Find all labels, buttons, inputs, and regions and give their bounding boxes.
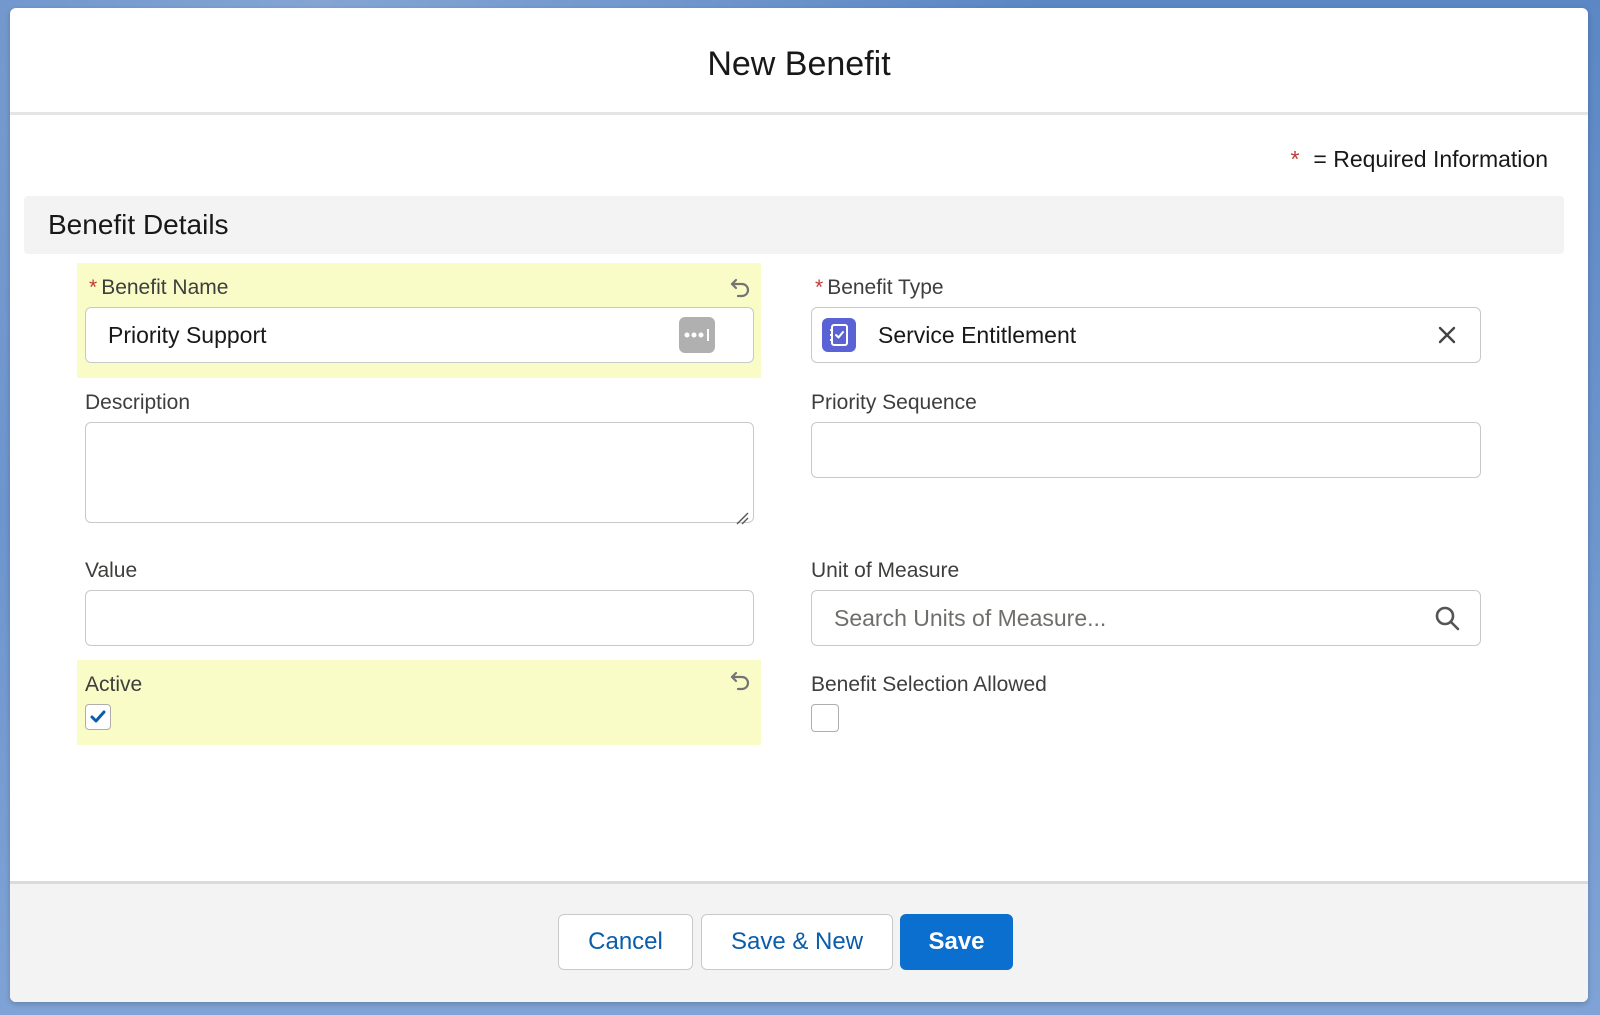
benefit-name-label-text: Benefit Name [101, 276, 229, 299]
undo-icon[interactable] [727, 668, 753, 694]
required-star: * [1290, 146, 1300, 172]
priority-sequence-field: Priority Sequence [811, 378, 1495, 493]
benefit-type-label-text: Benefit Type [827, 276, 944, 299]
active-label: Active [85, 673, 143, 696]
benefit-type-field: * Benefit Type Service Entitlement [811, 263, 1495, 378]
benefit-type-lookup[interactable]: Service Entitlement [811, 307, 1481, 363]
required-marker: * [89, 276, 98, 299]
new-benefit-modal: New Benefit * = Required Information Bene… [10, 8, 1588, 1002]
required-marker: * [815, 276, 824, 299]
benefit-name-input[interactable]: Priority Support [85, 307, 754, 363]
priority-sequence-input[interactable] [811, 422, 1481, 478]
benefit-name-value: Priority Support [108, 321, 267, 348]
unit-of-measure-label: Unit of Measure [811, 559, 960, 582]
benefit-selection-allowed-checkbox[interactable] [811, 704, 839, 732]
unit-of-measure-placeholder: Search Units of Measure... [834, 604, 1107, 631]
value-input[interactable] [85, 590, 754, 646]
benefit-name-label: * Benefit Name [89, 276, 228, 300]
modal-title: New Benefit [707, 44, 891, 83]
value-label: Value [85, 559, 138, 582]
cancel-button[interactable]: Cancel [558, 914, 693, 970]
modal-header: New Benefit [10, 8, 1588, 115]
description-field: Description [77, 378, 761, 528]
unit-of-measure-field: Unit of Measure Search Units of Measure.… [811, 546, 1495, 661]
undo-icon[interactable] [727, 275, 753, 301]
resize-handle-icon[interactable] [735, 504, 749, 525]
close-icon[interactable] [1432, 320, 1462, 350]
password-manager-icon[interactable] [679, 317, 715, 353]
search-icon[interactable] [1432, 603, 1462, 633]
modal-footer: Cancel Save & New Save [10, 881, 1588, 1002]
benefit-selection-allowed-label: Benefit Selection Allowed [811, 673, 1047, 696]
priority-sequence-label: Priority Sequence [811, 391, 977, 414]
active-field: Active [77, 660, 761, 745]
benefit-name-field: * Benefit Name Priority Support [77, 263, 761, 378]
active-checkbox[interactable] [85, 704, 111, 730]
description-textarea[interactable] [85, 422, 754, 525]
save-and-new-button[interactable]: Save & New [701, 914, 893, 970]
save-button[interactable]: Save [900, 914, 1013, 970]
benefit-selection-allowed-field: Benefit Selection Allowed [811, 660, 1495, 745]
value-field: Value [77, 546, 761, 661]
section-header[interactable]: Benefit Details [24, 196, 1564, 254]
benefit-type-label: * Benefit Type [815, 276, 944, 300]
description-label: Description [85, 391, 191, 414]
section-title: Benefit Details [48, 209, 229, 240]
required-legend-text: = Required Information [1313, 146, 1548, 172]
required-legend: * = Required Information [1290, 146, 1548, 173]
unit-of-measure-search[interactable]: Search Units of Measure... [811, 590, 1481, 646]
service-entitlement-icon [822, 318, 856, 352]
checkmark-icon [90, 710, 106, 723]
